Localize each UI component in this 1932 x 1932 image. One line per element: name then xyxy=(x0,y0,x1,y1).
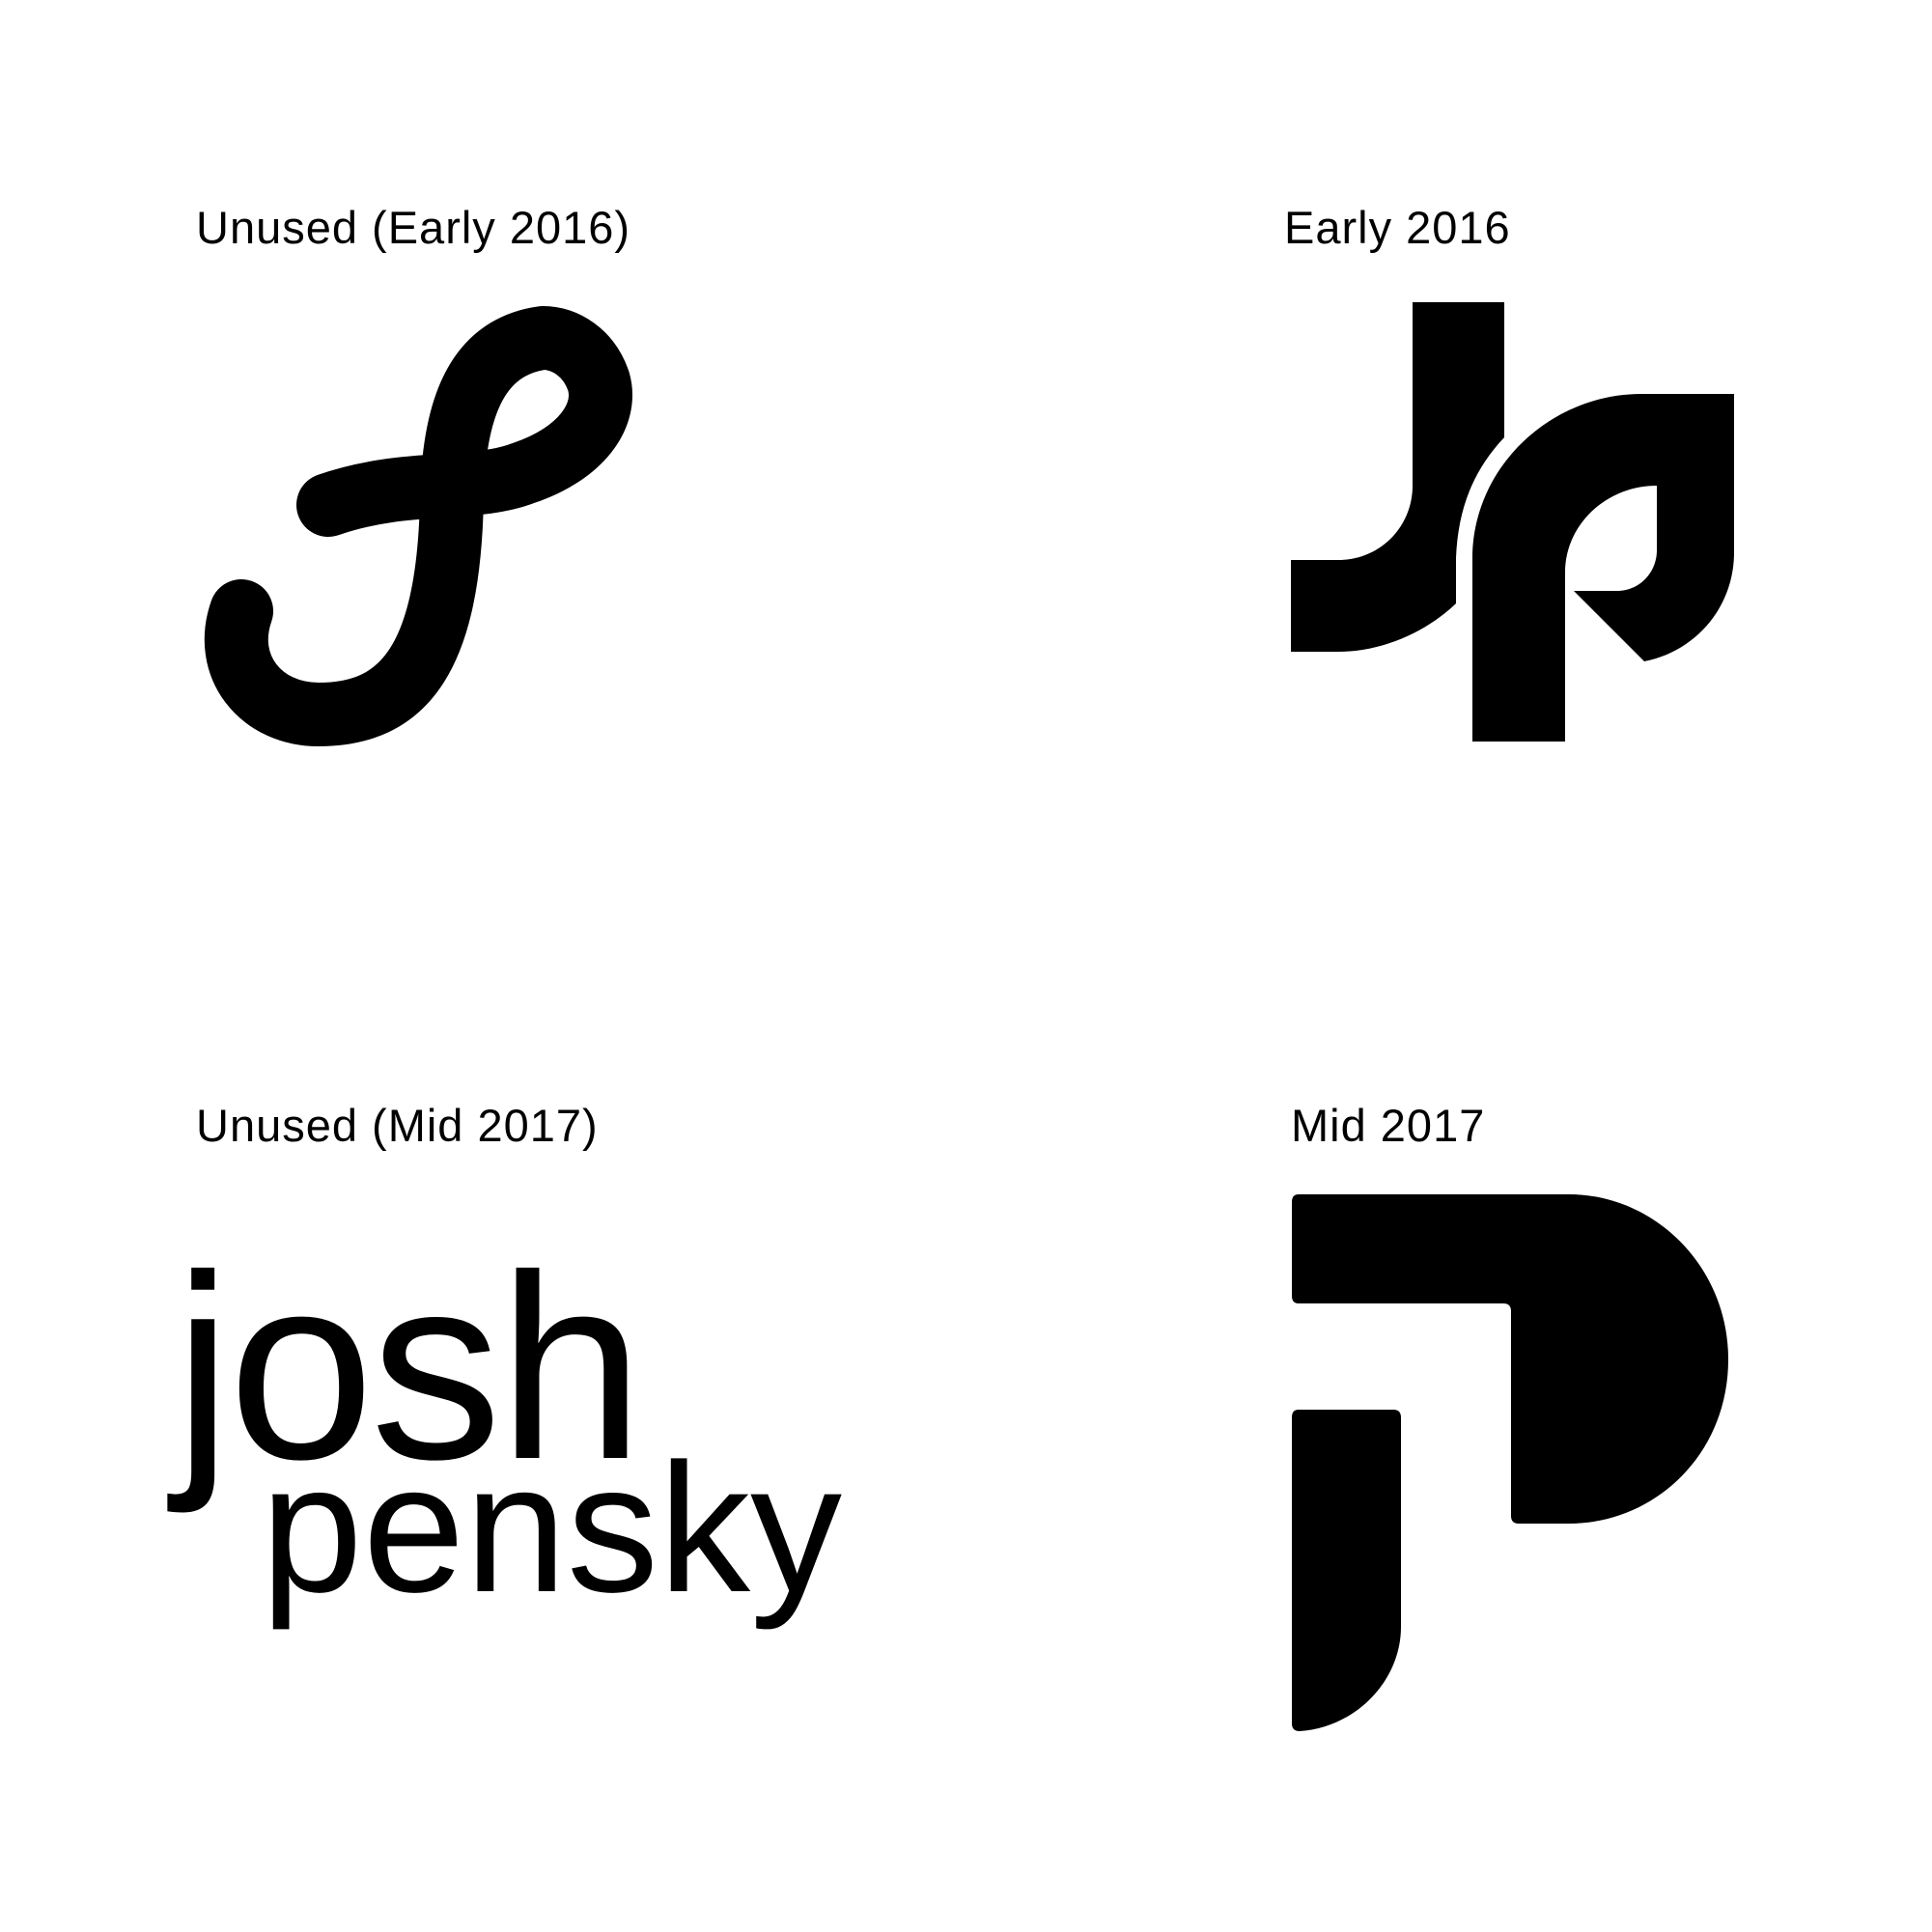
script-s-loop-stroke xyxy=(204,306,632,746)
panel-caption-unused-mid-2017: Unused (Mid 2017) xyxy=(196,1100,599,1151)
panel-caption-unused-early-2016: Unused (Early 2016) xyxy=(196,202,631,253)
jp-monogram-logo xyxy=(1291,302,1734,742)
jp-letterform-stem xyxy=(1292,1410,1401,1731)
jp-letterform-logo xyxy=(1292,1194,1728,1731)
jp-monogram-p-shape xyxy=(1472,394,1734,742)
panel-caption-mid-2017: Mid 2017 xyxy=(1291,1100,1486,1151)
panel-caption-early-2016: Early 2016 xyxy=(1284,202,1511,253)
jp-monogram-j-shape xyxy=(1291,302,1504,652)
script-s-loop-logo xyxy=(204,306,632,746)
wordmark-line-pensky: pensky xyxy=(261,1426,843,1631)
